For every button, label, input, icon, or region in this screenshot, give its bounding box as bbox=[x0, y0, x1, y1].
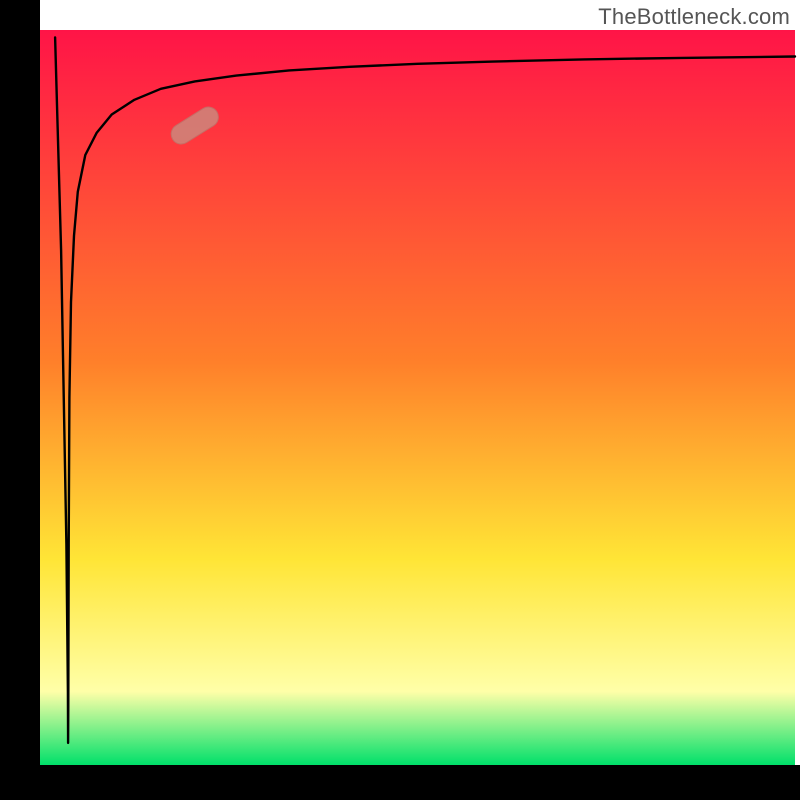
axis-bottom bbox=[0, 765, 800, 800]
axis-left bbox=[0, 0, 40, 800]
attribution-text: TheBottleneck.com bbox=[598, 4, 790, 30]
plot-background bbox=[40, 30, 795, 765]
bottleneck-chart bbox=[0, 0, 800, 800]
